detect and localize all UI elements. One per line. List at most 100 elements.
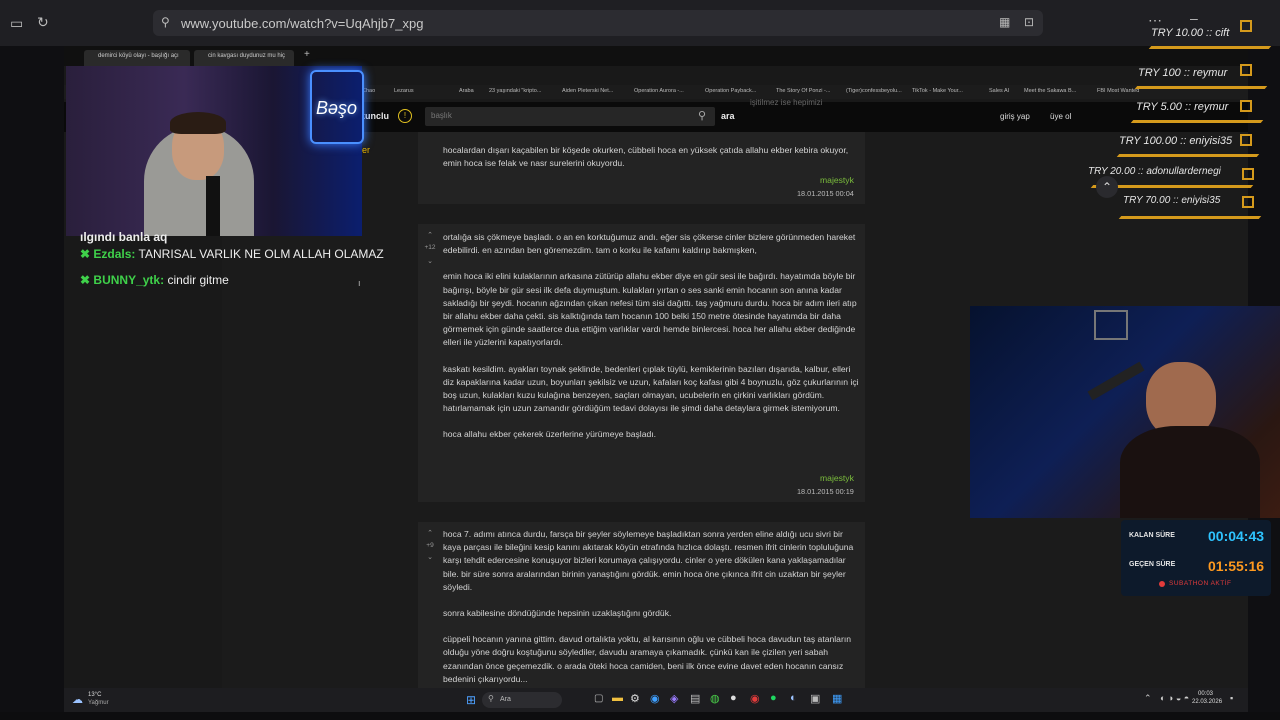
neon-logo-text: Bəşo <box>316 98 358 118</box>
inner-tab[interactable]: cin kavgası duydunuz mu hiç <box>194 50 294 66</box>
weather-desc: Yağmur <box>88 700 109 706</box>
donation-bar <box>1116 154 1260 157</box>
bookmark-item[interactable]: Sales AI <box>989 88 1009 94</box>
discord-icon[interactable]: ◈ <box>670 692 678 705</box>
bookmark-item[interactable]: 23 yaşındaki "kripto... <box>489 88 541 94</box>
file-explorer-icon[interactable]: ▬ <box>612 692 623 704</box>
site-info-icon[interactable]: ⚲ <box>161 15 170 29</box>
new-tab-icon[interactable]: + <box>304 49 310 60</box>
task-view-icon[interactable]: ▢ <box>594 693 603 704</box>
chat-message: ılgındı banla aq <box>80 230 168 244</box>
entry-author[interactable]: majestyk <box>820 473 854 483</box>
wall-frame <box>1094 310 1128 340</box>
app-icon[interactable]: ▤ <box>690 692 700 705</box>
clock-time[interactable]: 00:03 <box>1198 691 1213 697</box>
bookmark-item[interactable]: (Tiger)confessbeyolu... <box>846 88 902 94</box>
steam-icon[interactable]: ◐ <box>790 692 797 704</box>
donation-bar <box>1134 86 1268 89</box>
chevron-up-icon[interactable]: ⌃ <box>1096 176 1118 198</box>
clock-date[interactable]: 22.03.2026 <box>1192 699 1222 705</box>
downvote-icon[interactable]: ⌄ <box>423 257 437 265</box>
entry-body: hoca 7. adımı atınca durdu, farsça bir ş… <box>443 528 863 699</box>
weather-temp: 13°C <box>88 692 102 698</box>
upvote-icon[interactable]: ⌃ <box>423 529 437 537</box>
entry-paragraph: kaskatı kesildim. ayakları toynak şeklin… <box>443 363 859 414</box>
entry-paragraph: emin hoca iki elini kulaklarının arkasın… <box>443 271 857 348</box>
top-banner-text: işitilmez ise hepimizi <box>750 98 823 107</box>
donation-item: TRY 100.00 :: eniyisi35 <box>1119 135 1233 147</box>
donation-item: TRY 10.00 :: cift <box>1151 27 1230 39</box>
reload-icon[interactable]: ↻ <box>37 14 49 31</box>
bookmark-item[interactable]: Aiden Pleterski Net... <box>562 88 613 94</box>
chat-line: ✖ BUNNY_ytk: cindir gitme <box>80 273 229 287</box>
chrome-icon[interactable]: ◍ <box>710 692 720 705</box>
notification-icon[interactable]: ▪ <box>1230 693 1233 703</box>
entry-paragraph: hoca allahu ekber çekerek üzerlerine yür… <box>443 429 657 440</box>
obs-icon[interactable]: ● <box>730 692 737 704</box>
bookmark-item[interactable]: Lezarus <box>394 88 414 94</box>
taskbar: ☁ 13°C Yağmur ⊞ ⚲ Ara ▢ ▬ ⚙ ◉ ◈ ▤ ◍ ● ◉ … <box>64 688 1248 712</box>
entry-paragraph: sonra kabilesine döndüğünde hepsinin uza… <box>443 608 672 619</box>
taskbar-search[interactable]: ⚲ Ara <box>482 692 562 708</box>
donation-icon <box>1240 134 1252 146</box>
weather-icon[interactable]: ☁ <box>72 693 83 706</box>
remaining-value: 00:04:43 <box>1208 528 1265 544</box>
donation-icon <box>1242 196 1254 208</box>
inner-tab[interactable]: demirci köyü olayı - başlığı açı <box>84 50 190 66</box>
search-icon[interactable]: ⚲ <box>698 109 706 122</box>
search-button[interactable]: ara <box>721 111 735 121</box>
status-dot-icon <box>1159 581 1165 587</box>
sidebar-fragment[interactable]: er <box>362 145 370 155</box>
entry-paragraph: cüppeli hocanın yanına gittim. davud ort… <box>443 634 851 684</box>
chat-line: ✖ Ezdals: TANRISAL VARLIK NE OLM ALLAH O… <box>80 247 384 261</box>
subathon-status: SUBATHON AKTİF <box>1169 580 1232 587</box>
settings-icon[interactable]: ⚙ <box>630 692 640 705</box>
start-icon[interactable]: ⊞ <box>466 693 476 707</box>
register-link[interactable]: üye ol <box>1050 112 1071 121</box>
chat-username: BUNNY_ytk: <box>93 273 165 287</box>
extensions-icon[interactable]: ▦ <box>999 15 1010 29</box>
tray-chevron-icon[interactable]: ⌃ <box>1144 693 1152 704</box>
elapsed-label: GEÇEN SÜRE <box>1129 561 1176 568</box>
bookmark-item[interactable]: The Story Of Ponzi -... <box>776 88 830 94</box>
guest-webcam <box>970 306 1280 518</box>
title-search-input[interactable]: başlık ⚲ <box>425 107 715 126</box>
donation-bar <box>1130 120 1264 123</box>
login-link[interactable]: giriş yap <box>1000 112 1030 121</box>
address-bar[interactable]: ⚲ www.youtube.com/watch?v=UqAhjb7_xpg ▦ … <box>153 10 1043 36</box>
sidebar-toggle-icon[interactable]: ▭ <box>10 15 23 32</box>
text-cursor: ı <box>358 278 361 288</box>
donation-item: TRY 100 :: reymur <box>1138 67 1228 79</box>
bookmark-item[interactable]: Araba <box>459 88 474 94</box>
entry-paragraph: hocalardan dışarı kaçabilen bir köşede o… <box>443 145 849 169</box>
donation-bar <box>1148 46 1272 49</box>
donation-icon <box>1242 168 1254 180</box>
upvote-icon[interactable]: ⌃ <box>423 231 437 239</box>
browser-icon[interactable]: ◉ <box>650 692 660 705</box>
search-placeholder: başlık <box>431 111 452 120</box>
entry-date[interactable]: 18.01.2015 00:19 <box>797 487 854 496</box>
info-icon[interactable]: ! <box>398 109 412 123</box>
spotify-icon[interactable]: ● <box>770 692 777 704</box>
tab-search-icon[interactable]: ⊡ <box>1024 15 1034 29</box>
bookmark-item[interactable]: FBI Most Wanted <box>1097 88 1139 94</box>
bookmark-item[interactable]: TikTok - Make Your... <box>912 88 963 94</box>
search-icon: ⚲ <box>488 694 494 703</box>
donation-bar <box>1118 216 1262 219</box>
downvote-icon[interactable]: ⌄ <box>423 553 437 561</box>
bookmark-item[interactable]: Meet the Sakawa B... <box>1024 88 1076 94</box>
minimize-icon[interactable]: – <box>1190 10 1198 26</box>
controller-icon[interactable]: ▣ <box>810 692 820 705</box>
site-logo[interactable]: kunclu <box>360 111 389 121</box>
tray-icons[interactable]: ◐ ◑ ◒ ◓ <box>1160 693 1189 703</box>
donation-item: TRY 70.00 :: eniyisi35 <box>1123 195 1221 206</box>
entry-author[interactable]: majestyk <box>820 175 854 185</box>
entry-date[interactable]: 18.01.2015 00:04 <box>797 189 854 198</box>
microphone <box>206 176 220 236</box>
bookmark-item[interactable]: Operation Payback... <box>705 88 756 94</box>
vote-count: +9 <box>426 542 434 549</box>
store-icon[interactable]: ▦ <box>832 692 842 705</box>
taskbar-search-label: Ara <box>500 696 511 703</box>
bookmark-item[interactable]: Operation Aurora -... <box>634 88 684 94</box>
record-icon[interactable]: ◉ <box>750 692 760 705</box>
